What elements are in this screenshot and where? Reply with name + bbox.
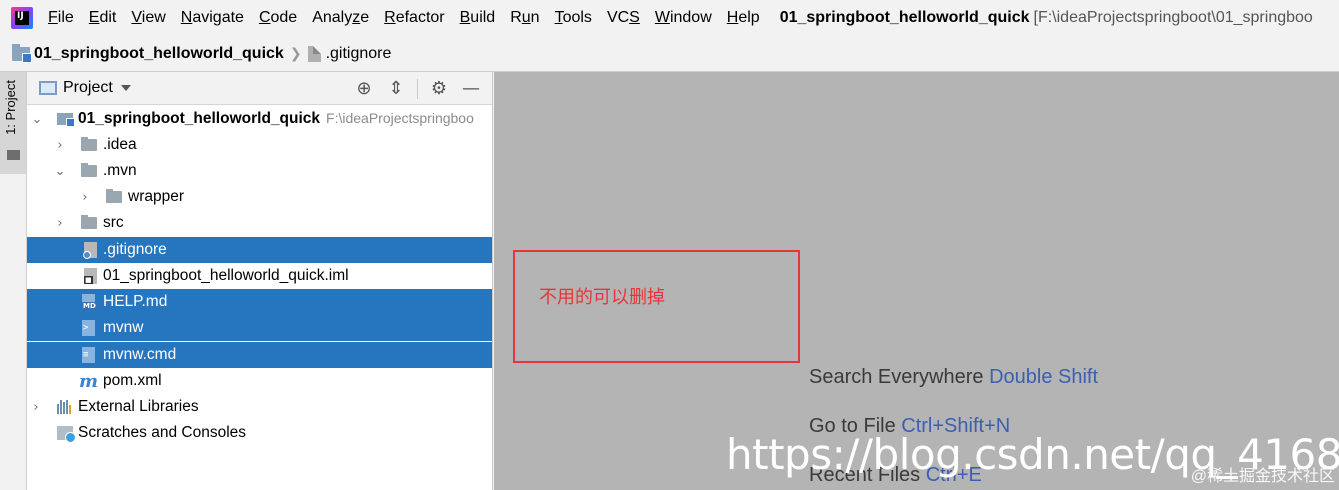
tree-item-label: 01_springboot_helloworld_quick F:\ideaPro…	[78, 110, 474, 127]
chevron-down-icon[interactable]: ⌄	[54, 164, 66, 179]
tree-item-wrapper[interactable]: › wrapper	[27, 184, 492, 210]
menu-item-tools[interactable]: Tools	[555, 9, 592, 27]
editor-area: 不用的可以删掉 Search Everywhere Double Shift G…	[494, 72, 1339, 490]
toolbar-divider	[417, 78, 418, 99]
hint-search-everywhere: Search Everywhere Double Shift	[809, 366, 1098, 389]
project-panel: Project ⊕ ⇕ ⚙ — ⌄ 01_springboot_hellowor…	[27, 72, 493, 490]
tree-item-mvnw[interactable]: > mvnw	[27, 315, 492, 341]
left-tool-strip: 1: Project	[0, 72, 27, 490]
tree-item-label: 01_springboot_helloworld_quick.iml	[103, 267, 349, 284]
menu-item-analyze[interactable]: Analyze	[312, 9, 369, 27]
library-icon	[57, 400, 73, 414]
tree-item-scratches[interactable]: Scratches and Consoles	[27, 420, 492, 446]
gear-icon[interactable]: ⚙	[428, 78, 450, 100]
project-view-icon	[39, 81, 57, 95]
chevron-right-icon[interactable]: ›	[54, 138, 66, 153]
ignore-file-icon	[83, 242, 97, 259]
hint-text: Search Everywhere	[809, 366, 984, 388]
minimize-icon[interactable]: —	[460, 78, 482, 100]
tree-item-label: Scratches and Consoles	[78, 424, 247, 441]
menu-item-vcs[interactable]: VCS	[607, 9, 640, 27]
locate-icon[interactable]: ⊕	[353, 78, 375, 100]
watermark-community: @稀土掘金技术社区	[1190, 468, 1335, 485]
window-title: 01_springboot_helloworld_quick	[779, 9, 1030, 26]
menu-item-window[interactable]: Window	[655, 9, 712, 27]
tree-item-pom-xml[interactable]: m pom.xml	[27, 368, 492, 394]
menu-item-file[interactable]: File	[48, 9, 74, 27]
ignore-file-icon	[307, 45, 321, 62]
tree-item-gitignore[interactable]: .gitignore	[27, 237, 492, 263]
module-file-icon: ■	[84, 268, 97, 284]
chevron-right-icon[interactable]: ›	[54, 216, 66, 231]
tree-item-iml[interactable]: ■ 01_springboot_helloworld_quick.iml	[27, 263, 492, 289]
menu-bar: IJ File Edit View Navigate Code Analyze Refact…	[0, 0, 1339, 36]
tree-item-label: .mvn	[103, 162, 137, 179]
maven-icon: m	[79, 370, 99, 392]
menu-item-help[interactable]: Help	[727, 9, 760, 27]
tree-item-label: mvnw	[103, 319, 144, 336]
chevron-down-icon[interactable]: ⌄	[31, 112, 43, 127]
menu-item-run[interactable]: Run	[510, 9, 539, 27]
tree-item-label: wrapper	[128, 188, 184, 205]
chevron-right-icon[interactable]: ›	[30, 400, 42, 415]
module-folder-icon	[12, 43, 32, 63]
tree-item-project-root[interactable]: ⌄ 01_springboot_helloworld_quick F:\ideaP…	[27, 106, 492, 132]
folder-icon	[106, 189, 122, 203]
markdown-file-icon: MD	[82, 294, 97, 310]
tree-item-mvn[interactable]: ⌄ .mvn	[27, 158, 492, 184]
annotation-text: 不用的可以删掉	[539, 287, 665, 308]
menu-item-edit[interactable]: Edit	[89, 9, 117, 27]
navigation-bar: 01_springboot_helloworld_quick ❯ .gitign…	[0, 36, 1339, 72]
tree-item-help-md[interactable]: MD HELP.md	[27, 289, 492, 315]
project-panel-header: Project ⊕ ⇕ ⚙ —	[27, 72, 492, 105]
panel-toolbar: ⊕ ⇕ ⚙ —	[353, 72, 492, 105]
breadcrumb-project[interactable]: 01_springboot_helloworld_quick	[34, 45, 284, 63]
intellij-idea-icon: IJ	[11, 7, 33, 29]
menu-items: File Edit View Navigate Code Analyze Refactor B…	[48, 9, 775, 27]
tree-item-label: src	[103, 214, 124, 231]
folder-icon	[81, 163, 97, 177]
module-folder-icon	[57, 113, 75, 127]
tree-item-external-libraries[interactable]: › External Libraries	[27, 394, 492, 420]
chevron-right-icon[interactable]: ›	[79, 190, 91, 205]
chevron-down-icon[interactable]	[120, 85, 131, 91]
breadcrumb-separator-icon: ❯	[289, 45, 302, 61]
project-tab-label: 1: Project	[3, 80, 18, 135]
hint-shortcut: Double Shift	[989, 366, 1099, 388]
tree-item-label: .gitignore	[103, 241, 167, 258]
menu-item-view[interactable]: View	[131, 9, 165, 27]
folder-icon	[81, 137, 97, 151]
tree-item-label: pom.xml	[103, 372, 162, 389]
shell-script-icon: >	[82, 320, 95, 336]
scratches-icon	[57, 426, 76, 443]
tree-item-src[interactable]: › src	[27, 210, 492, 236]
tree-item-idea[interactable]: › .idea	[27, 132, 492, 158]
tree-item-label: HELP.md	[103, 293, 168, 310]
menu-item-code[interactable]: Code	[259, 9, 297, 27]
project-view-selector[interactable]: Project	[63, 79, 113, 97]
tree-item-mvnw-cmd[interactable]: ≡ mvnw.cmd	[27, 342, 492, 368]
batch-file-icon: ≡	[82, 347, 95, 363]
folder-icon	[81, 215, 97, 229]
collapse-all-icon[interactable]: ⇕	[385, 78, 407, 100]
tree-item-label: .idea	[103, 136, 137, 153]
window-path: [F:\ideaProjectspringboot\01_springboo	[1033, 9, 1313, 26]
menu-item-refactor[interactable]: Refactor	[384, 9, 444, 27]
menu-item-navigate[interactable]: Navigate	[181, 9, 244, 27]
tree-item-label: External Libraries	[78, 398, 199, 415]
project-tool-window-tab[interactable]: 1: Project	[0, 72, 26, 174]
breadcrumb-file[interactable]: .gitignore	[326, 45, 392, 63]
tree-item-label: mvnw.cmd	[103, 346, 177, 363]
menu-item-build[interactable]: Build	[460, 9, 496, 27]
folder-icon	[7, 150, 20, 160]
